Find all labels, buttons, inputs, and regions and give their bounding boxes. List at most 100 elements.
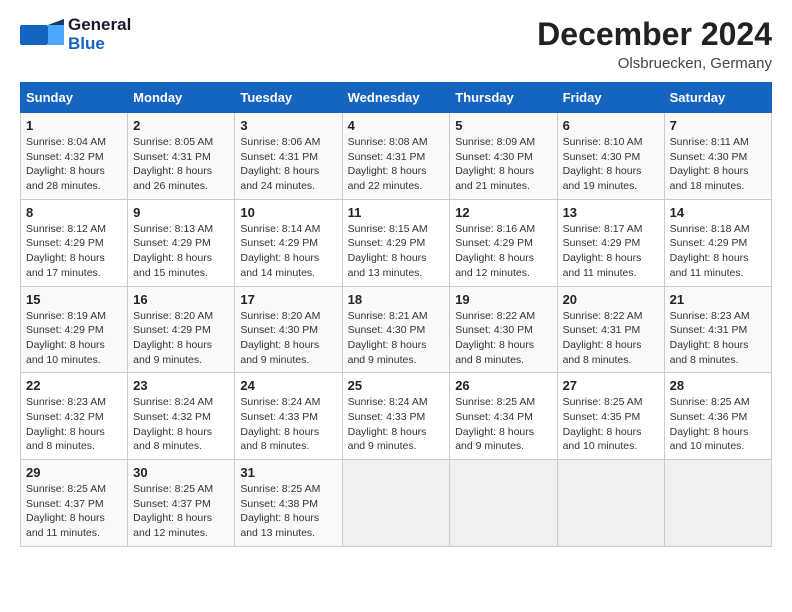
calendar-cell: 2 Sunrise: 8:05 AM Sunset: 4:31 PM Dayli… [128,113,235,200]
calendar-cell: 20 Sunrise: 8:22 AM Sunset: 4:31 PM Dayl… [557,286,664,373]
day-number: 31 [240,465,336,480]
calendar-cell: 3 Sunrise: 8:06 AM Sunset: 4:31 PM Dayli… [235,113,342,200]
day-number: 11 [348,205,445,220]
day-number: 4 [348,118,445,133]
day-info: Sunrise: 8:13 AM Sunset: 4:29 PM Dayligh… [133,222,229,281]
day-info: Sunrise: 8:20 AM Sunset: 4:29 PM Dayligh… [133,309,229,368]
calendar-week-4: 22 Sunrise: 8:23 AM Sunset: 4:32 PM Dayl… [21,373,772,460]
day-number: 5 [455,118,551,133]
day-number: 8 [26,205,122,220]
calendar-cell: 21 Sunrise: 8:23 AM Sunset: 4:31 PM Dayl… [664,286,771,373]
calendar-cell: 24 Sunrise: 8:24 AM Sunset: 4:33 PM Dayl… [235,373,342,460]
day-number: 10 [240,205,336,220]
day-info: Sunrise: 8:24 AM Sunset: 4:33 PM Dayligh… [240,395,336,454]
calendar-cell: 31 Sunrise: 8:25 AM Sunset: 4:38 PM Dayl… [235,460,342,547]
calendar-cell: 16 Sunrise: 8:20 AM Sunset: 4:29 PM Dayl… [128,286,235,373]
title-block: December 2024 Olsbruecken, Germany [537,16,772,72]
calendar-cell: 8 Sunrise: 8:12 AM Sunset: 4:29 PM Dayli… [21,199,128,286]
logo-blue: Blue [68,35,131,54]
logo-icon [20,17,64,53]
calendar-cell [557,460,664,547]
calendar-cell [342,460,450,547]
day-number: 26 [455,378,551,393]
weekday-header-sunday: Sunday [21,83,128,113]
weekday-header-friday: Friday [557,83,664,113]
day-info: Sunrise: 8:24 AM Sunset: 4:32 PM Dayligh… [133,395,229,454]
day-number: 29 [26,465,122,480]
day-info: Sunrise: 8:23 AM Sunset: 4:31 PM Dayligh… [670,309,766,368]
day-number: 20 [563,292,659,307]
calendar-cell: 6 Sunrise: 8:10 AM Sunset: 4:30 PM Dayli… [557,113,664,200]
calendar-cell: 22 Sunrise: 8:23 AM Sunset: 4:32 PM Dayl… [21,373,128,460]
day-info: Sunrise: 8:16 AM Sunset: 4:29 PM Dayligh… [455,222,551,281]
calendar-cell: 27 Sunrise: 8:25 AM Sunset: 4:35 PM Dayl… [557,373,664,460]
day-info: Sunrise: 8:08 AM Sunset: 4:31 PM Dayligh… [348,135,445,194]
day-number: 1 [26,118,122,133]
day-info: Sunrise: 8:18 AM Sunset: 4:29 PM Dayligh… [670,222,766,281]
day-info: Sunrise: 8:22 AM Sunset: 4:31 PM Dayligh… [563,309,659,368]
day-number: 7 [670,118,766,133]
day-info: Sunrise: 8:25 AM Sunset: 4:37 PM Dayligh… [26,482,122,541]
calendar-header-row: SundayMondayTuesdayWednesdayThursdayFrid… [21,83,772,113]
day-info: Sunrise: 8:09 AM Sunset: 4:30 PM Dayligh… [455,135,551,194]
calendar-cell: 19 Sunrise: 8:22 AM Sunset: 4:30 PM Dayl… [450,286,557,373]
day-info: Sunrise: 8:25 AM Sunset: 4:36 PM Dayligh… [670,395,766,454]
calendar-cell: 17 Sunrise: 8:20 AM Sunset: 4:30 PM Dayl… [235,286,342,373]
calendar-cell: 30 Sunrise: 8:25 AM Sunset: 4:37 PM Dayl… [128,460,235,547]
day-number: 3 [240,118,336,133]
calendar-cell: 26 Sunrise: 8:25 AM Sunset: 4:34 PM Dayl… [450,373,557,460]
weekday-header-tuesday: Tuesday [235,83,342,113]
weekday-header-saturday: Saturday [664,83,771,113]
day-info: Sunrise: 8:17 AM Sunset: 4:29 PM Dayligh… [563,222,659,281]
day-number: 16 [133,292,229,307]
calendar-cell: 18 Sunrise: 8:21 AM Sunset: 4:30 PM Dayl… [342,286,450,373]
logo: General Blue [20,16,131,53]
day-info: Sunrise: 8:25 AM Sunset: 4:38 PM Dayligh… [240,482,336,541]
day-number: 30 [133,465,229,480]
day-number: 12 [455,205,551,220]
day-number: 2 [133,118,229,133]
day-info: Sunrise: 8:15 AM Sunset: 4:29 PM Dayligh… [348,222,445,281]
day-info: Sunrise: 8:25 AM Sunset: 4:37 PM Dayligh… [133,482,229,541]
calendar-cell: 7 Sunrise: 8:11 AM Sunset: 4:30 PM Dayli… [664,113,771,200]
calendar-week-3: 15 Sunrise: 8:19 AM Sunset: 4:29 PM Dayl… [21,286,772,373]
day-info: Sunrise: 8:25 AM Sunset: 4:35 PM Dayligh… [563,395,659,454]
day-number: 15 [26,292,122,307]
day-number: 22 [26,378,122,393]
calendar-cell: 10 Sunrise: 8:14 AM Sunset: 4:29 PM Dayl… [235,199,342,286]
calendar-cell: 9 Sunrise: 8:13 AM Sunset: 4:29 PM Dayli… [128,199,235,286]
calendar-cell: 12 Sunrise: 8:16 AM Sunset: 4:29 PM Dayl… [450,199,557,286]
calendar-cell: 4 Sunrise: 8:08 AM Sunset: 4:31 PM Dayli… [342,113,450,200]
logo-general: General [68,16,131,35]
day-number: 19 [455,292,551,307]
day-number: 18 [348,292,445,307]
day-info: Sunrise: 8:14 AM Sunset: 4:29 PM Dayligh… [240,222,336,281]
day-info: Sunrise: 8:24 AM Sunset: 4:33 PM Dayligh… [348,395,445,454]
location: Olsbruecken, Germany [537,55,772,72]
weekday-header-thursday: Thursday [450,83,557,113]
day-number: 25 [348,378,445,393]
day-info: Sunrise: 8:25 AM Sunset: 4:34 PM Dayligh… [455,395,551,454]
calendar-cell: 25 Sunrise: 8:24 AM Sunset: 4:33 PM Dayl… [342,373,450,460]
calendar-cell: 5 Sunrise: 8:09 AM Sunset: 4:30 PM Dayli… [450,113,557,200]
calendar-cell: 14 Sunrise: 8:18 AM Sunset: 4:29 PM Dayl… [664,199,771,286]
day-info: Sunrise: 8:22 AM Sunset: 4:30 PM Dayligh… [455,309,551,368]
page-header: General Blue December 2024 Olsbruecken, … [20,16,772,72]
day-info: Sunrise: 8:04 AM Sunset: 4:32 PM Dayligh… [26,135,122,194]
calendar-week-1: 1 Sunrise: 8:04 AM Sunset: 4:32 PM Dayli… [21,113,772,200]
day-info: Sunrise: 8:12 AM Sunset: 4:29 PM Dayligh… [26,222,122,281]
day-number: 13 [563,205,659,220]
calendar-cell: 15 Sunrise: 8:19 AM Sunset: 4:29 PM Dayl… [21,286,128,373]
day-number: 24 [240,378,336,393]
calendar-cell [450,460,557,547]
day-number: 17 [240,292,336,307]
calendar-cell: 28 Sunrise: 8:25 AM Sunset: 4:36 PM Dayl… [664,373,771,460]
day-number: 9 [133,205,229,220]
calendar-week-5: 29 Sunrise: 8:25 AM Sunset: 4:37 PM Dayl… [21,460,772,547]
day-info: Sunrise: 8:10 AM Sunset: 4:30 PM Dayligh… [563,135,659,194]
day-info: Sunrise: 8:11 AM Sunset: 4:30 PM Dayligh… [670,135,766,194]
calendar-table: SundayMondayTuesdayWednesdayThursdayFrid… [20,82,772,547]
day-number: 6 [563,118,659,133]
calendar-week-2: 8 Sunrise: 8:12 AM Sunset: 4:29 PM Dayli… [21,199,772,286]
calendar-cell: 23 Sunrise: 8:24 AM Sunset: 4:32 PM Dayl… [128,373,235,460]
